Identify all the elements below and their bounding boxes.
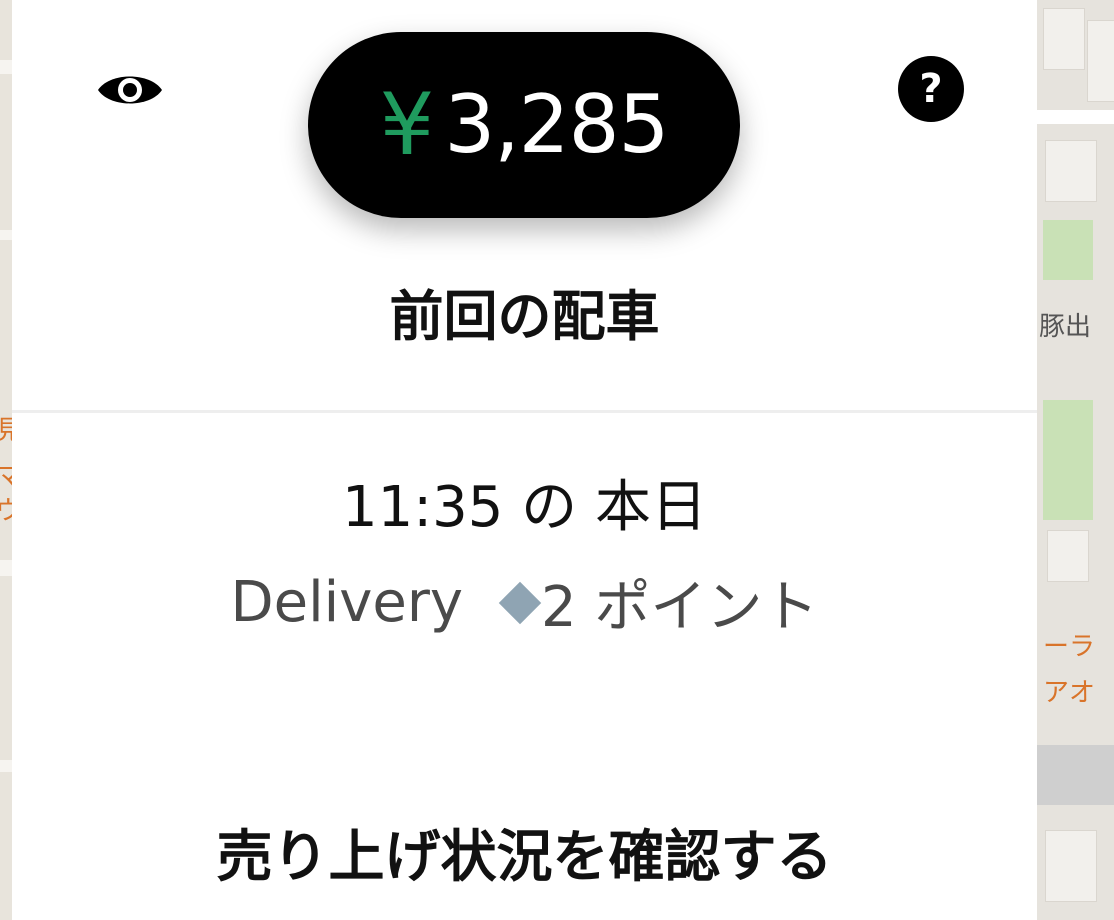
last-trip-time: 11:35 の 本日 (342, 475, 707, 540)
earnings-amount: 3,285 (444, 78, 669, 171)
currency-symbol: ¥ (379, 75, 435, 175)
map-label: ヴ (0, 490, 12, 527)
help-button[interactable]: ? (898, 56, 964, 122)
diamond-icon (498, 581, 542, 624)
trip-points-value: 2 ポイント (541, 575, 819, 640)
map-label: アオ (1043, 678, 1096, 708)
last-trip-details: Delivery 2 ポイント (12, 562, 1037, 643)
map-label: マ (0, 456, 12, 493)
trip-type: Delivery (230, 570, 463, 635)
map-background-left: 見 マ ヴ (0, 0, 12, 920)
visibility-toggle-button[interactable] (95, 65, 165, 115)
earnings-total-button[interactable]: ¥ 3,285 (308, 32, 740, 218)
map-label: ーラ (1043, 632, 1096, 662)
last-trip-heading: 前回の配車 (389, 285, 660, 348)
question-icon: ? (919, 66, 943, 112)
divider (12, 410, 1037, 413)
trip-summary-card: ¥ 3,285 ? 前回の配車 11:35 の 本日 Delivery 2 ポイ… (12, 0, 1037, 920)
trip-points: 2 ポイント (485, 562, 818, 643)
eye-icon (98, 76, 162, 104)
map-label: 豚出 (1039, 312, 1092, 342)
map-background-right: 豚出 ーラ アオ (1037, 0, 1114, 920)
map-label: 見 (0, 410, 12, 447)
view-earnings-button[interactable]: 売り上げ状況を確認する (12, 812, 1037, 893)
